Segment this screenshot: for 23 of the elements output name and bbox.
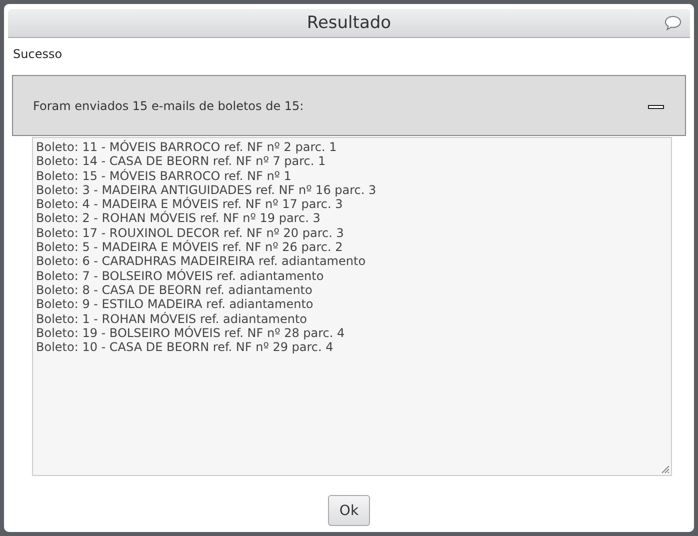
- log-line: Boleto: 17 - ROUXINOL DECOR ref. NF nº 20 parc. 3: [36, 226, 345, 240]
- log-line: Boleto: 7 - BOLSEIRO MÓVEIS ref. adiantamento: [36, 268, 325, 283]
- dialog-title: Resultado: [306, 13, 392, 33]
- log-line: Boleto: 10 - CASA DE BEORN ref. NF nº 29 parc. 4: [36, 340, 334, 354]
- log-line: Boleto: 2 - ROHAN MÓVEIS ref. NF nº 19 parc. 3: [36, 211, 322, 226]
- message-text: Foram enviados 15 e-mails de boletos de 15:: [33, 98, 304, 112]
- log-line: Boleto: 19 - BOLSEIRO MÓVEIS ref. NF nº 28 parc. 4: [36, 326, 346, 340]
- speech-bubble-icon[interactable]: [664, 15, 682, 31]
- status-text: Sucesso: [13, 47, 64, 62]
- log-line: Boleto: 1 - ROHAN MÓVEIS ref. adiantamento: [36, 312, 308, 326]
- log-line: Boleto: 4 - MADEIRA E MÓVEIS ref. NF nº 17 parc. 3: [36, 197, 344, 212]
- ok-button[interactable]: Ok: [328, 495, 370, 526]
- log-line: Boleto: 9 - ESTILO MADEIRA ref. adiantamento: [36, 297, 314, 312]
- log-line: Boleto: 6 - CARADHRAS MADEIREIRA ref. adiantamento: [36, 254, 367, 268]
- log-line: Boleto: 8 - CASA DE BEORN ref. adiantamento: [36, 282, 314, 298]
- log-line: Boleto: 15 - MÓVEIS BARROCO ref. NF nº 1: [36, 168, 292, 183]
- resize-grip-icon[interactable]: [661, 465, 670, 474]
- log-line: Boleto: 14 - CASA DE BEORN ref. NF nº 7 parc. 1: [36, 154, 327, 168]
- log-line: Boleto: 5 - MADEIRA E MÓVEIS ref. NF nº 26 parc. 2: [36, 240, 344, 254]
- log-line: Boleto: 3 - MADEIRA ANTIGUIDADES ref. NF nº 16 parc. 3: [36, 182, 378, 197]
- collapse-icon[interactable]: [648, 104, 664, 108]
- text-area[interactable]: [32, 137, 672, 476]
- log-line: Boleto: 11 - MÓVEIS BARROCO ref. NF nº 2 parc. 1: [36, 140, 338, 154]
